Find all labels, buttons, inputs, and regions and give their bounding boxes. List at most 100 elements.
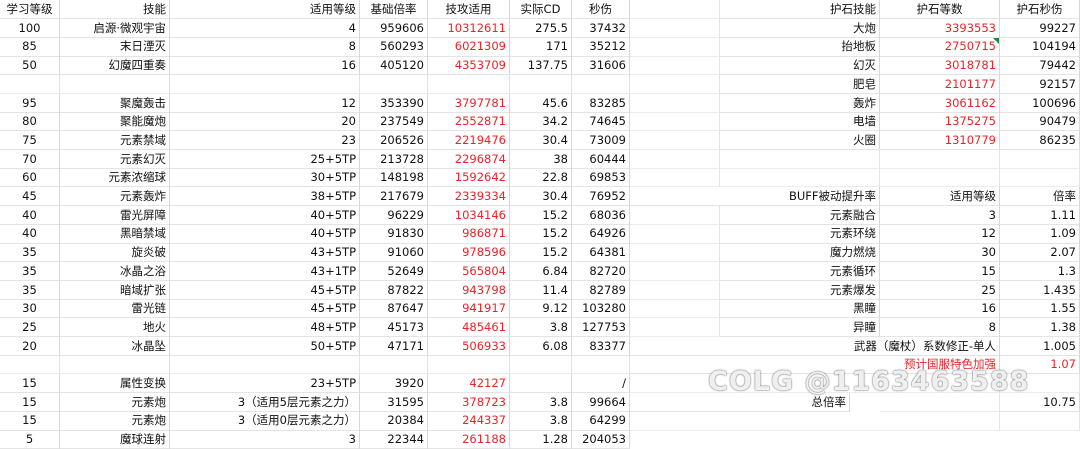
base-rate-cell[interactable]: 87647 (360, 299, 428, 319)
apply-level-cell[interactable]: 3（适用5层元素之力） (170, 392, 360, 412)
dps-cell[interactable]: 103280 (572, 299, 630, 319)
tech-attack-cell[interactable]: 2219476 (428, 130, 510, 151)
empty-cell[interactable] (428, 355, 510, 375)
tech-attack-cell[interactable]: 2339334 (428, 187, 510, 207)
dps-cell[interactable]: / (572, 374, 630, 394)
header-guard-level[interactable]: 护石等数 (880, 0, 1000, 20)
actual-cd-cell[interactable]: 38 (510, 149, 572, 169)
dps-cell[interactable]: 69853 (572, 168, 630, 188)
dps-cell[interactable]: 64926 (572, 224, 630, 244)
learn-level-cell[interactable]: 75 (0, 130, 60, 151)
base-rate-cell[interactable]: 47171 (360, 336, 428, 356)
learn-level-cell[interactable]: 80 (0, 112, 60, 132)
empty-cell[interactable] (630, 205, 720, 225)
tech-attack-cell[interactable]: 986871 (428, 224, 510, 244)
dps-cell[interactable]: 64299 (572, 411, 630, 431)
empty-cell[interactable] (630, 0, 720, 20)
base-rate-cell[interactable]: 91830 (360, 224, 428, 244)
header-base-rate[interactable]: 基础倍率 (360, 0, 428, 20)
apply-level-cell[interactable]: 43+5TP (170, 243, 360, 263)
tech-attack-cell[interactable]: 378723 (428, 392, 510, 412)
tech-attack-cell[interactable]: 2296874 (428, 149, 510, 169)
empty-cell[interactable] (630, 112, 720, 132)
guard-level-cell[interactable]: 2750715 (880, 37, 1000, 57)
guard-skill-cell[interactable]: 轰炸 (720, 93, 880, 113)
base-rate-cell[interactable]: 20384 (360, 411, 428, 431)
empty-cell[interactable] (572, 355, 630, 375)
apply-level-cell[interactable]: 43+1TP (170, 261, 360, 281)
guard-skill-cell[interactable]: 幻灭 (720, 56, 880, 76)
empty-cell[interactable] (360, 74, 428, 94)
dps-cell[interactable]: 99664 (572, 392, 630, 412)
tech-attack-cell[interactable]: 943798 (428, 280, 510, 300)
skill-name-cell[interactable]: 暗域扩张 (60, 280, 170, 300)
dps-cell[interactable]: 64381 (572, 243, 630, 263)
skill-name-cell[interactable]: 冰晶坠 (60, 336, 170, 356)
apply-level-cell[interactable]: 4 (170, 18, 360, 38)
empty-cell[interactable] (170, 74, 360, 94)
empty-cell[interactable] (60, 74, 170, 94)
learn-level-cell[interactable]: 50 (0, 56, 60, 76)
tech-attack-cell[interactable]: 1034146 (428, 205, 510, 225)
learn-level-cell[interactable]: 35 (0, 243, 60, 263)
guard-dps-cell[interactable]: 104194 (1000, 37, 1080, 57)
header-guard-dps[interactable]: 护石秒伤 (1000, 0, 1080, 20)
dps-cell[interactable]: 74645 (572, 112, 630, 132)
server-bonus-rate[interactable]: 1.07 (1000, 355, 1080, 375)
buff-rate-cell[interactable]: 1.11 (1000, 205, 1080, 225)
header-dps[interactable]: 秒伤 (572, 0, 630, 20)
skill-name-cell[interactable]: 启源·微观宇宙 (60, 18, 170, 38)
learn-level-cell[interactable]: 35 (0, 280, 60, 300)
empty-cell[interactable] (630, 317, 720, 338)
guard-dps-cell[interactable]: 92157 (1000, 74, 1080, 94)
apply-level-cell[interactable]: 3 (170, 430, 360, 449)
dps-cell[interactable]: 76952 (572, 187, 630, 207)
buff-rate-cell[interactable]: 1.435 (1000, 280, 1080, 300)
buff-name-cell[interactable]: 黑瞳 (720, 299, 880, 319)
empty-cell[interactable] (1000, 168, 1080, 188)
actual-cd-cell[interactable]: 1.28 (510, 430, 572, 449)
learn-level-cell[interactable]: 30 (0, 299, 60, 319)
tech-attack-cell[interactable]: 4353709 (428, 56, 510, 76)
guard-dps-cell[interactable]: 86235 (1000, 130, 1080, 151)
tech-attack-cell[interactable]: 6021309 (428, 37, 510, 57)
actual-cd-cell[interactable]: 30.4 (510, 187, 572, 207)
buff-header-level[interactable]: 适用等级 (880, 187, 1000, 207)
guard-level-cell[interactable]: 2101177 (880, 74, 1000, 94)
skill-name-cell[interactable]: 聚魔轰击 (60, 93, 170, 113)
learn-level-cell[interactable]: 15 (0, 392, 60, 412)
empty-cell[interactable] (510, 74, 572, 94)
tech-attack-cell[interactable]: 506933 (428, 336, 510, 356)
dps-cell[interactable]: 82720 (572, 261, 630, 281)
empty-cell[interactable] (60, 355, 170, 375)
skill-name-cell[interactable]: 雷光链 (60, 299, 170, 319)
actual-cd-cell[interactable]: 3.8 (510, 411, 572, 431)
buff-name-cell[interactable]: 魔力燃烧 (720, 243, 880, 263)
tech-attack-cell[interactable]: 485461 (428, 317, 510, 338)
dps-cell[interactable]: 35212 (572, 37, 630, 57)
empty-cell[interactable] (510, 355, 572, 375)
apply-level-cell[interactable]: 40+5TP (170, 205, 360, 225)
dps-cell[interactable]: 31606 (572, 56, 630, 76)
actual-cd-cell[interactable]: 30.4 (510, 130, 572, 151)
learn-level-cell[interactable]: 45 (0, 187, 60, 207)
dps-cell[interactable]: 127753 (572, 317, 630, 338)
weapon-modifier-rate[interactable]: 1.005 (1000, 336, 1080, 356)
actual-cd-cell[interactable]: 45.6 (510, 93, 572, 113)
guard-level-cell[interactable]: 3018781 (880, 56, 1000, 76)
actual-cd-cell[interactable]: 6.08 (510, 336, 572, 356)
empty-cell[interactable] (630, 280, 720, 300)
apply-level-cell[interactable]: 3（适用0层元素之力） (170, 411, 360, 431)
header-guard-skill[interactable]: 护石技能 (720, 0, 880, 20)
learn-level-cell[interactable]: 15 (0, 411, 60, 431)
empty-cell[interactable] (630, 261, 720, 281)
skill-name-cell[interactable]: 魔球连射 (60, 430, 170, 449)
apply-level-cell[interactable]: 23+5TP (170, 374, 360, 394)
skill-name-cell[interactable]: 幻魔四重奏 (60, 56, 170, 76)
header-actual-cd[interactable]: 实际CD (510, 0, 572, 20)
skill-name-cell[interactable]: 地火 (60, 317, 170, 338)
actual-cd-cell[interactable]: 3.8 (510, 317, 572, 338)
guard-dps-cell[interactable]: 100696 (1000, 93, 1080, 113)
base-rate-cell[interactable]: 31595 (360, 392, 428, 412)
skill-name-cell[interactable]: 元素炮 (60, 411, 170, 431)
